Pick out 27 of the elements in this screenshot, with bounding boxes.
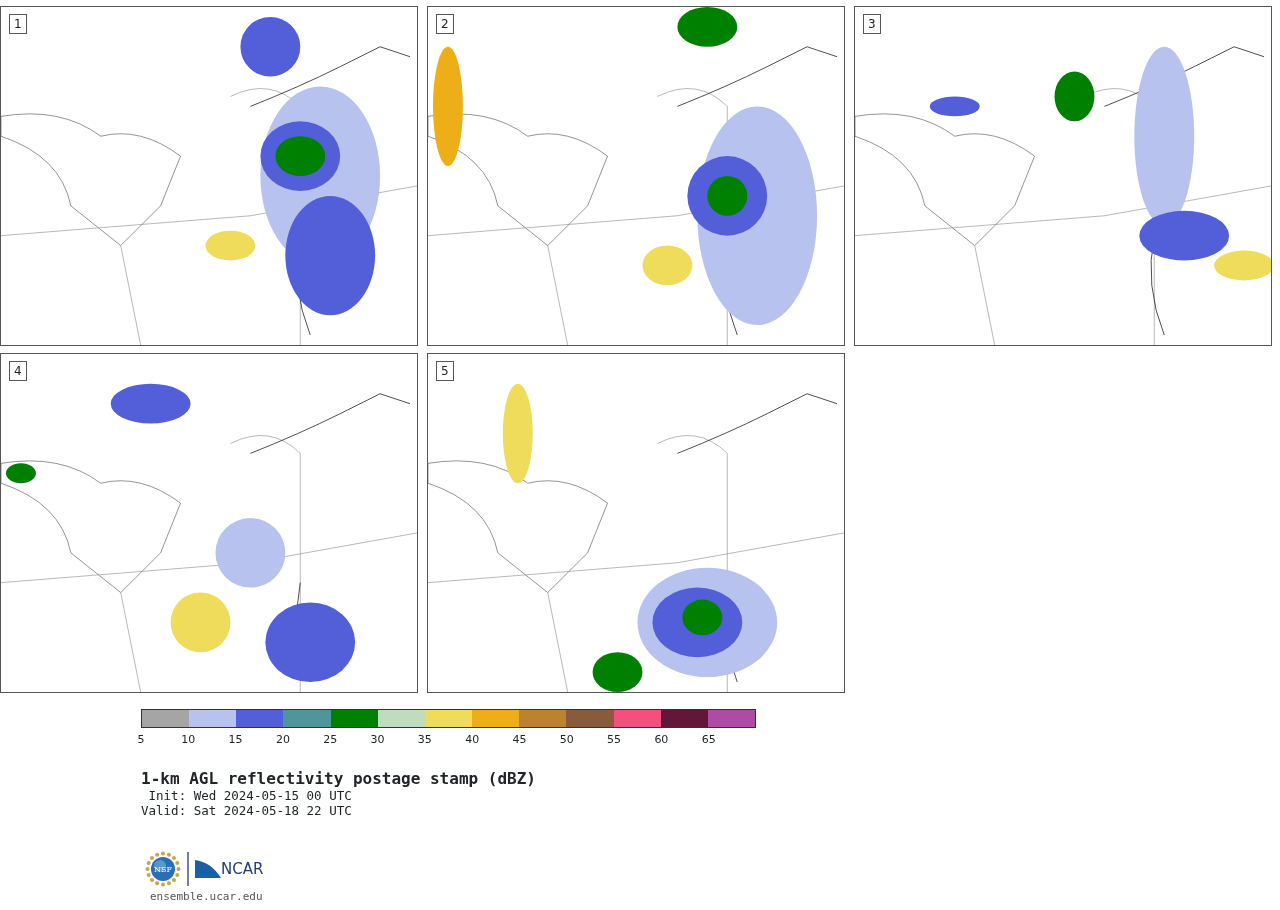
logo-text: NSF: [154, 865, 172, 874]
tick-label: 55: [607, 733, 622, 746]
tick-label: 5: [137, 733, 145, 746]
tick-label: 25: [323, 733, 338, 746]
tick-label: 45: [512, 733, 527, 746]
tick-label: 40: [465, 733, 480, 746]
logo-text: NCAR: [221, 858, 264, 880]
globe-logo-icon: [145, 851, 181, 887]
panel-number: 5: [436, 361, 454, 381]
tick-label: 60: [654, 733, 669, 746]
panel-number: 3: [863, 14, 881, 34]
tick-label: 30: [370, 733, 385, 746]
panel-number: 2: [436, 14, 454, 34]
logo-divider: [187, 852, 189, 886]
panel-number: 4: [9, 361, 27, 381]
chart-title: 1-km AGL reflectivity postage stamp (dBZ): [141, 770, 537, 788]
valid-time: Valid: Sat 2024-05-18 22 UTC: [141, 803, 353, 818]
tick-label: 20: [275, 733, 290, 746]
panel-number: 1: [9, 14, 27, 34]
tick-label: 15: [228, 733, 243, 746]
tick-label: 50: [559, 733, 574, 746]
tick-label: 65: [701, 733, 716, 746]
arc-logo-icon: [195, 860, 221, 878]
init-time: Init: Wed 2024-05-15 00 UTC: [147, 788, 353, 803]
tick-label: 10: [181, 733, 196, 746]
tick-label: 35: [417, 733, 432, 746]
site-address: ensemble.ucar.edu: [150, 889, 264, 905]
